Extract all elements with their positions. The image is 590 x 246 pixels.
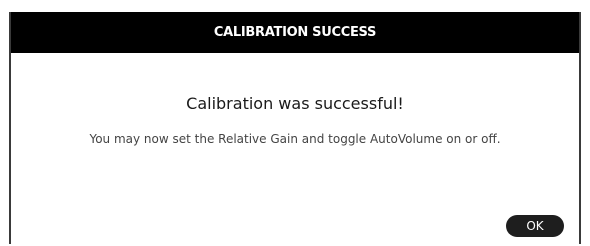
calibration-success-dialog: CALIBRATION SUCCESS Calibration was succ… [9,12,581,244]
dialog-title: CALIBRATION SUCCESS [213,25,377,40]
ok-button[interactable]: OK [506,215,564,237]
ok-button-label: OK [526,219,544,233]
dialog-message: You may now set the Relative Gain and to… [89,132,501,146]
dialog-heading: Calibration was successful! [186,94,404,113]
dialog-title-bar: CALIBRATION SUCCESS [11,12,579,53]
